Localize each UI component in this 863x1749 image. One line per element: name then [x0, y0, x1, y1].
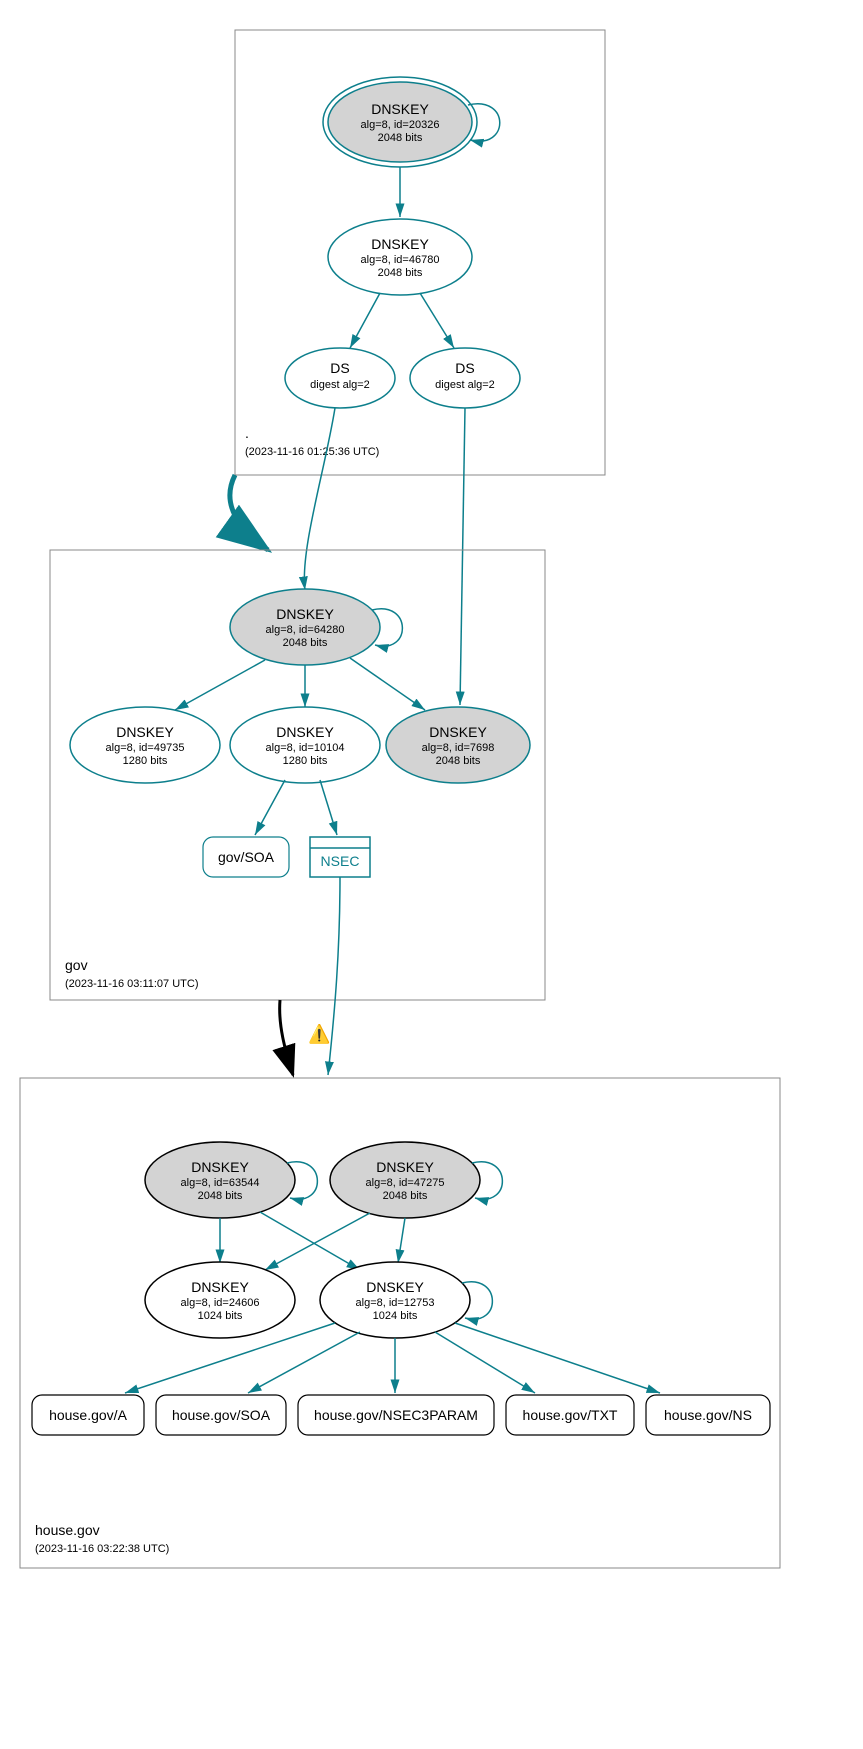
node-root-zsk: DNSKEY alg=8, id=46780 2048 bits	[328, 219, 472, 295]
svg-text:gov/SOA: gov/SOA	[218, 849, 275, 865]
edge-gov-ksk-ksk2	[350, 658, 425, 710]
dnssec-diagram: . (2023-11-16 01:25:36 UTC) DNSKEY alg=8…	[10, 10, 853, 1739]
edge-nsec-house	[328, 877, 340, 1075]
svg-text:alg=8, id=63544: alg=8, id=63544	[181, 1177, 260, 1189]
node-house-rr-ns: house.gov/NS	[646, 1395, 770, 1435]
node-house-zsk1: DNSKEY alg=8, id=24606 1024 bits	[145, 1262, 295, 1338]
svg-text:DNSKEY: DNSKEY	[276, 724, 334, 740]
svg-text:DNSKEY: DNSKEY	[191, 1279, 249, 1295]
svg-text:DNSKEY: DNSKEY	[429, 724, 487, 740]
edge-root-zsk-ds1	[350, 293, 380, 348]
zone-root-label: .	[245, 425, 249, 441]
node-house-ksk2: DNSKEY alg=8, id=47275 2048 bits	[330, 1142, 480, 1218]
svg-text:DNSKEY: DNSKEY	[371, 236, 429, 252]
zone-gov-timestamp: (2023-11-16 03:11:07 UTC)	[65, 978, 199, 990]
svg-text:alg=8, id=24606: alg=8, id=24606	[181, 1297, 260, 1309]
node-house-rr-a: house.gov/A	[32, 1395, 144, 1435]
zone-gov-label: gov	[65, 957, 88, 973]
zone-root-timestamp: (2023-11-16 01:25:36 UTC)	[245, 446, 379, 458]
svg-text:DNSKEY: DNSKEY	[276, 606, 334, 622]
edge-root-to-gov-zone	[230, 475, 268, 550]
svg-text:alg=8, id=64280: alg=8, id=64280	[266, 624, 345, 636]
edge-gov-to-house-delegation	[280, 1000, 293, 1075]
node-gov-nsec: NSEC	[310, 837, 370, 877]
svg-text:house.gov/NSEC3PARAM: house.gov/NSEC3PARAM	[314, 1407, 478, 1423]
node-house-ksk1: DNSKEY alg=8, id=63544 2048 bits	[145, 1142, 295, 1218]
node-gov-soa: gov/SOA	[203, 837, 289, 877]
edge-zsk2-ns	[455, 1323, 660, 1393]
edge-house-ksk1-zsk2	[260, 1212, 360, 1270]
svg-text:1024 bits: 1024 bits	[198, 1310, 243, 1322]
edge-ds2-gov-ksk2	[460, 408, 465, 705]
node-gov-ksk2: DNSKEY alg=8, id=7698 2048 bits	[386, 707, 530, 783]
svg-text:DS: DS	[455, 360, 474, 376]
svg-text:alg=8, id=7698: alg=8, id=7698	[422, 742, 495, 754]
svg-text:2048 bits: 2048 bits	[283, 637, 328, 649]
svg-text:house.gov/TXT: house.gov/TXT	[523, 1407, 618, 1423]
svg-text:DNSKEY: DNSKEY	[371, 101, 429, 117]
node-gov-ksk: DNSKEY alg=8, id=64280 2048 bits	[230, 589, 380, 665]
svg-text:DNSKEY: DNSKEY	[116, 724, 174, 740]
svg-text:house.gov/NS: house.gov/NS	[664, 1407, 752, 1423]
node-gov-zsk1: DNSKEY alg=8, id=49735 1280 bits	[70, 707, 220, 783]
svg-text:2048 bits: 2048 bits	[383, 1190, 428, 1202]
svg-text:digest alg=2: digest alg=2	[310, 379, 370, 391]
edge-root-zsk-ds2	[420, 293, 454, 348]
node-house-rr-txt: house.gov/TXT	[506, 1395, 634, 1435]
svg-text:DS: DS	[330, 360, 349, 376]
svg-text:2048 bits: 2048 bits	[436, 755, 481, 767]
svg-text:DNSKEY: DNSKEY	[191, 1159, 249, 1175]
svg-text:digest alg=2: digest alg=2	[435, 379, 495, 391]
edge-gov-ksk-zsk1	[175, 660, 265, 710]
edge-root-ksk-self	[468, 104, 500, 141]
edge-zsk2-soa	[248, 1332, 360, 1393]
node-house-rr-nsec3param: house.gov/NSEC3PARAM	[298, 1395, 494, 1435]
node-root-ksk: DNSKEY alg=8, id=20326 2048 bits	[323, 77, 477, 167]
svg-text:1280 bits: 1280 bits	[123, 755, 168, 767]
svg-text:alg=8, id=10104: alg=8, id=10104	[266, 742, 345, 754]
zone-house-label: house.gov	[35, 1522, 100, 1538]
warning-icon: ⚠️	[308, 1023, 330, 1044]
svg-text:house.gov/SOA: house.gov/SOA	[172, 1407, 271, 1423]
svg-text:alg=8, id=12753: alg=8, id=12753	[356, 1297, 435, 1309]
svg-text:NSEC: NSEC	[321, 853, 360, 869]
svg-text:house.gov/A: house.gov/A	[49, 1407, 127, 1423]
edge-house-ksk2-zsk2	[398, 1218, 405, 1263]
svg-text:alg=8, id=47275: alg=8, id=47275	[366, 1177, 445, 1189]
svg-text:DNSKEY: DNSKEY	[376, 1159, 434, 1175]
svg-text:2048 bits: 2048 bits	[198, 1190, 243, 1202]
svg-text:2048 bits: 2048 bits	[378, 132, 423, 144]
edge-house-ksk2-zsk1	[265, 1213, 370, 1270]
svg-text:DNSKEY: DNSKEY	[366, 1279, 424, 1295]
node-gov-zsk2: DNSKEY alg=8, id=10104 1280 bits	[230, 707, 380, 783]
edge-gov-zsk2-nsec	[320, 780, 337, 835]
zone-house-timestamp: (2023-11-16 03:22:38 UTC)	[35, 1543, 169, 1555]
edge-gov-zsk2-soa	[255, 780, 285, 835]
node-house-zsk2: DNSKEY alg=8, id=12753 1024 bits	[320, 1262, 470, 1338]
node-root-ds1: DS digest alg=2	[285, 348, 395, 408]
node-house-rr-soa: house.gov/SOA	[156, 1395, 286, 1435]
svg-text:1280 bits: 1280 bits	[283, 755, 328, 767]
svg-text:2048 bits: 2048 bits	[378, 267, 423, 279]
node-root-ds2: DS digest alg=2	[410, 348, 520, 408]
svg-text:alg=8, id=20326: alg=8, id=20326	[361, 119, 440, 131]
svg-text:alg=8, id=49735: alg=8, id=49735	[106, 742, 185, 754]
edge-zsk2-txt	[435, 1332, 535, 1393]
svg-text:1024 bits: 1024 bits	[373, 1310, 418, 1322]
edge-ds1-gov-ksk	[304, 408, 335, 590]
svg-text:alg=8, id=46780: alg=8, id=46780	[361, 254, 440, 266]
